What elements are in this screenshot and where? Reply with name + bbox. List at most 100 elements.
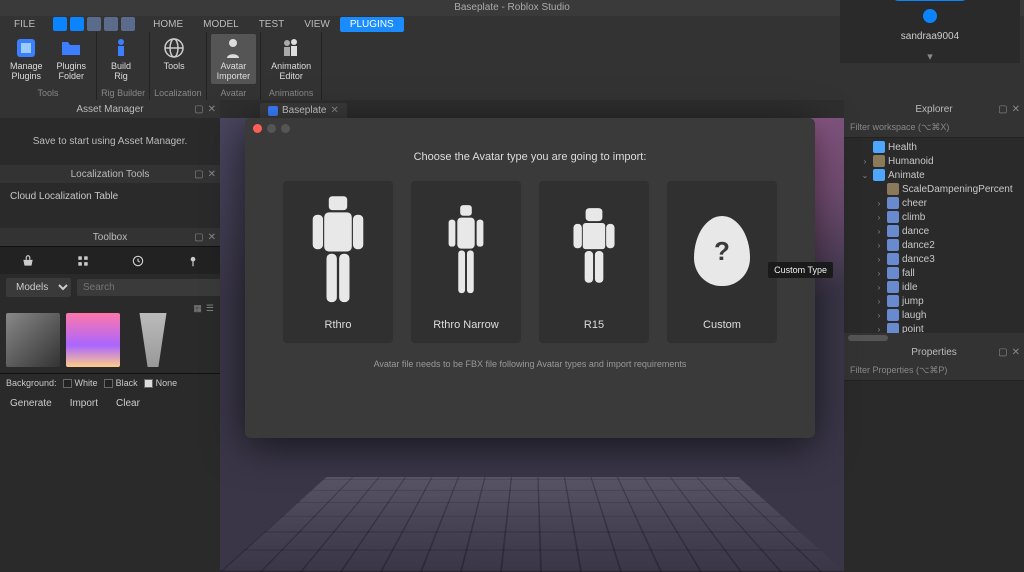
plugins-folder-button[interactable]: Plugins Folder xyxy=(51,34,93,84)
card-label: Rthro Narrow xyxy=(433,319,498,331)
toolbox-item[interactable] xyxy=(6,313,60,367)
avatar-card-rthro-narrow[interactable]: Rthro Narrow xyxy=(411,181,521,343)
animation-editor-button[interactable]: Animation Editor xyxy=(265,34,317,84)
asset-manager-header[interactable]: Asset Manager ▢✕ xyxy=(0,100,220,118)
qat-undo-icon[interactable] xyxy=(87,17,101,31)
globe-icon xyxy=(162,36,186,60)
avatar-importer-button[interactable]: Avatar Importer xyxy=(211,34,257,84)
localization-item[interactable]: Cloud Localization Table xyxy=(0,183,220,210)
import-button[interactable]: Import xyxy=(70,398,98,409)
creations-icon[interactable] xyxy=(186,254,200,268)
dialog-min-icon[interactable] xyxy=(267,124,276,133)
tree-node-point[interactable]: ›point xyxy=(844,322,1024,333)
toolbox-item[interactable] xyxy=(66,313,120,367)
undock-icon[interactable]: ▢ xyxy=(998,347,1007,358)
dialog-note: Avatar file needs to be FBX file followi… xyxy=(245,343,815,385)
build-rig-button[interactable]: Build Rig xyxy=(101,34,141,84)
generate-button[interactable]: Generate xyxy=(10,398,52,409)
tree-node-idle[interactable]: ›idle xyxy=(844,280,1024,294)
explorer-tree[interactable]: Health›Humanoid⌄AnimateScaleDampeningPer… xyxy=(844,138,1024,333)
tree-node-animate[interactable]: ⌄Animate xyxy=(844,168,1024,182)
menu-view[interactable]: VIEW xyxy=(294,17,340,32)
qat-redo-icon[interactable] xyxy=(104,17,118,31)
viewport-tab[interactable]: Baseplate ✕ xyxy=(260,103,347,118)
tree-node-dance2[interactable]: ›dance2 xyxy=(844,238,1024,252)
toolbox-item[interactable] xyxy=(126,313,180,367)
share-icon[interactable] xyxy=(923,9,937,23)
avatar-card-custom[interactable]: ? Custom Custom Type xyxy=(667,181,777,343)
custom-tooltip: Custom Type xyxy=(768,262,833,278)
qat-open-icon[interactable] xyxy=(70,17,84,31)
folder-icon xyxy=(59,36,83,60)
recent-icon[interactable] xyxy=(131,254,145,268)
explorer-filter[interactable]: Filter workspace (⌥⌘X) xyxy=(844,118,1024,138)
ribbon-group-rig: Build Rig Rig Builder xyxy=(97,32,150,100)
ribbon-group-label: Avatar xyxy=(211,88,257,98)
user-dropdown-icon[interactable]: ▾ xyxy=(927,50,933,63)
asset-manager-message: Save to start using Asset Manager. xyxy=(0,118,220,165)
undock-icon[interactable]: ▢ xyxy=(194,169,203,180)
tree-node-fall[interactable]: ›fall xyxy=(844,266,1024,280)
toolbox-header[interactable]: Toolbox ▢✕ xyxy=(0,228,220,246)
bg-none-checkbox[interactable]: None xyxy=(144,378,178,388)
menu-plugins[interactable]: PLUGINS xyxy=(340,17,404,32)
qat-play-icon[interactable] xyxy=(121,17,135,31)
dialog-max-icon[interactable] xyxy=(281,124,290,133)
dialog-traffic-lights xyxy=(245,118,815,139)
tree-node-dance[interactable]: ›dance xyxy=(844,224,1024,238)
menu-model[interactable]: MODEL xyxy=(193,17,249,32)
tree-node-health[interactable]: Health xyxy=(844,140,1024,154)
properties-filter[interactable]: Filter Properties (⌥⌘P) xyxy=(844,361,1024,381)
close-icon[interactable]: ✕ xyxy=(208,232,216,243)
tree-node-scaledampeningpercent[interactable]: ScaleDampeningPercent xyxy=(844,182,1024,196)
whats-new-button[interactable]: ● What's New xyxy=(891,0,969,1)
close-icon[interactable]: ✕ xyxy=(208,104,216,115)
undock-icon[interactable]: ▢ xyxy=(194,104,203,115)
menu-home[interactable]: HOME xyxy=(143,17,193,32)
localization-tools-header[interactable]: Localization Tools ▢✕ xyxy=(0,165,220,183)
menu-test[interactable]: TEST xyxy=(249,17,295,32)
clear-button[interactable]: Clear xyxy=(116,398,140,409)
tree-node-climb[interactable]: ›climb xyxy=(844,210,1024,224)
qat-save-icon[interactable] xyxy=(53,17,67,31)
toolbox-search-input[interactable] xyxy=(77,279,221,296)
plugin-icon xyxy=(14,36,38,60)
avatar-card-rthro[interactable]: Rthro xyxy=(283,181,393,343)
close-icon[interactable]: ✕ xyxy=(1012,104,1020,115)
explorer-header[interactable]: Explorer ▢✕ xyxy=(844,100,1024,118)
undock-icon[interactable]: ▢ xyxy=(998,104,1007,115)
undock-icon[interactable]: ▢ xyxy=(194,232,203,243)
menu-file[interactable]: FILE xyxy=(4,17,45,32)
tree-node-laugh[interactable]: ›laugh xyxy=(844,308,1024,322)
localization-tools-button[interactable]: Tools xyxy=(154,34,194,74)
explorer-hscrollbar[interactable] xyxy=(844,333,1024,343)
close-icon[interactable]: ✕ xyxy=(208,169,216,180)
bg-black-checkbox[interactable]: Black xyxy=(104,378,138,388)
avatar-icon xyxy=(221,36,245,60)
quick-access-toolbar xyxy=(53,17,135,31)
close-tab-icon[interactable]: ✕ xyxy=(330,105,338,116)
toolbox-results xyxy=(0,307,220,373)
ribbon-group-label: Localization xyxy=(154,88,202,98)
menubar: FILE HOME MODEL TEST VIEW PLUGINS ● What… xyxy=(0,16,1024,32)
list-icon[interactable]: ☰ xyxy=(206,303,214,305)
tree-node-humanoid[interactable]: ›Humanoid xyxy=(844,154,1024,168)
ribbon-group-localization: Tools Localization xyxy=(150,32,207,100)
tree-node-cheer[interactable]: ›cheer xyxy=(844,196,1024,210)
dialog-close-icon[interactable] xyxy=(253,124,262,133)
properties-header[interactable]: Properties ▢✕ xyxy=(844,343,1024,361)
dialog-heading: Choose the Avatar type you are going to … xyxy=(245,139,815,181)
tree-node-jump[interactable]: ›jump xyxy=(844,294,1024,308)
inventory-icon[interactable] xyxy=(76,254,90,268)
egg-icon: ? xyxy=(694,216,750,286)
grid-icon[interactable]: ▦ xyxy=(193,303,202,305)
avatar-card-r15[interactable]: R15 xyxy=(539,181,649,343)
manage-plugins-button[interactable]: Manage Plugins xyxy=(4,34,49,84)
marketplace-icon[interactable] xyxy=(21,254,35,268)
username-label[interactable]: sandraa9004 xyxy=(901,31,959,42)
tree-node-dance3[interactable]: ›dance3 xyxy=(844,252,1024,266)
ribbon-group-avatar: Avatar Importer Avatar xyxy=(207,32,262,100)
toolbox-category-select[interactable]: Models xyxy=(6,278,71,297)
close-icon[interactable]: ✕ xyxy=(1012,347,1020,358)
bg-white-checkbox[interactable]: White xyxy=(63,378,98,388)
